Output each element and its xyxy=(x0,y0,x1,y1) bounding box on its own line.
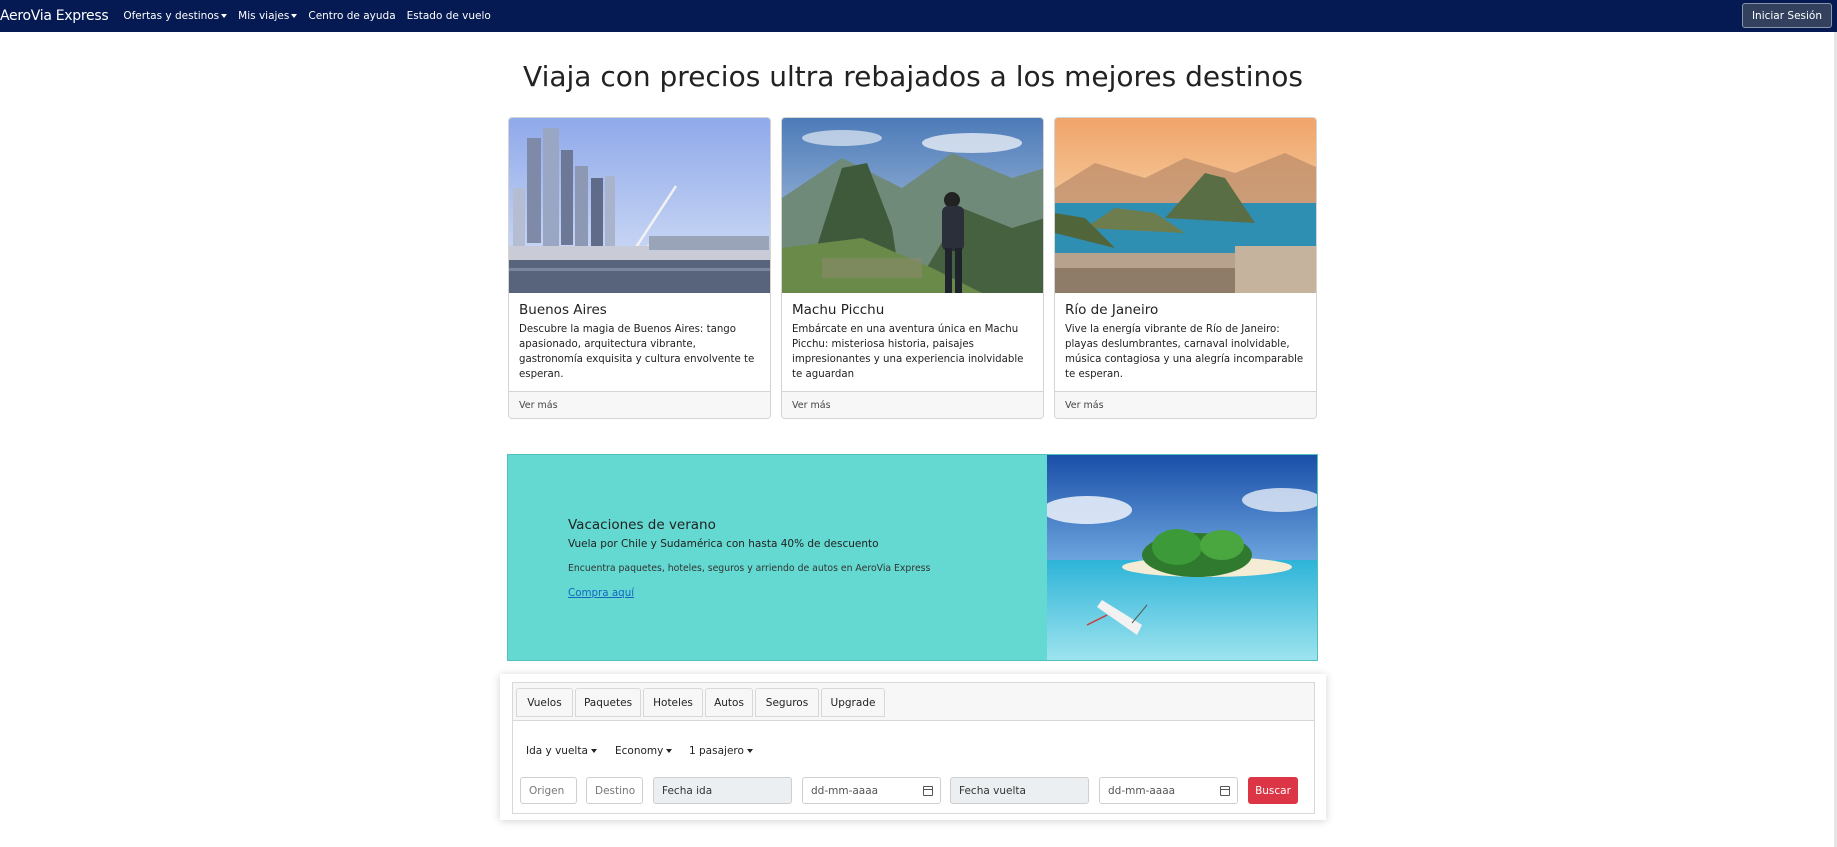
nav-estado-vuelo[interactable]: Estado de vuelo xyxy=(407,10,491,22)
trip-type-label: Ida y vuelta xyxy=(526,745,588,757)
tab-vuelos[interactable]: Vuelos xyxy=(516,688,573,717)
nav-mis-viajes-label: Mis viajes xyxy=(238,10,290,22)
card-text: Descubre la magia de Buenos Aires: tango… xyxy=(519,324,755,380)
card-title: Río de Janeiro xyxy=(1065,302,1159,318)
top-navbar: AeroVia Express Ofertas y destinos Mis v… xyxy=(0,0,1837,32)
origin-input[interactable]: Origen xyxy=(520,777,577,804)
flight-search-widget: Vuelos Paquetes Hoteles Autos Seguros Up… xyxy=(500,674,1326,820)
promo-title: Vacaciones de verano xyxy=(568,517,716,533)
passengers-dropdown[interactable]: 1 pasajero xyxy=(689,745,753,757)
return-date-label: Fecha vuelta xyxy=(950,777,1089,804)
destination-input[interactable]: Destino xyxy=(586,777,643,804)
chevron-down-icon xyxy=(291,14,298,18)
chevron-down-icon xyxy=(590,749,597,753)
return-date-input[interactable]: dd-mm-aaaa xyxy=(1099,777,1238,804)
cabin-class-label: Economy xyxy=(615,745,664,757)
search-tabs: Vuelos Paquetes Hoteles Autos Seguros Up… xyxy=(513,683,1314,721)
see-more-link[interactable]: Ver más xyxy=(782,391,1043,418)
card-body: Machu Picchu Embárcate en una aventura ú… xyxy=(782,293,1043,392)
search-button[interactable]: Buscar xyxy=(1248,777,1298,804)
promo-note: Encuentra paquetes, hoteles, seguros y a… xyxy=(568,563,931,574)
nav-ofertas-destinos[interactable]: Ofertas y destinos xyxy=(123,10,228,22)
card-text: Vive la energía vibrante de Río de Janei… xyxy=(1065,324,1304,380)
nav-mis-viajes[interactable]: Mis viajes xyxy=(238,10,298,22)
return-date-value: dd-mm-aaaa xyxy=(1108,784,1176,797)
tab-autos[interactable]: Autos xyxy=(705,688,753,717)
destination-card-buenos-aires[interactable]: Buenos Aires Descubre la magia de Buenos… xyxy=(508,117,771,419)
tab-seguros[interactable]: Seguros xyxy=(755,688,819,717)
see-more-link[interactable]: Ver más xyxy=(509,391,770,418)
card-text: Embárcate en una aventura única en Machu… xyxy=(792,324,1024,380)
destination-card-rio-de-janeiro[interactable]: Río de Janeiro Vive la energía vibrante … xyxy=(1054,117,1317,419)
tropical-island-image xyxy=(1047,455,1317,660)
calendar-icon[interactable] xyxy=(923,786,933,796)
tab-hoteles[interactable]: Hoteles xyxy=(643,688,703,717)
card-body: Río de Janeiro Vive la energía vibrante … xyxy=(1055,293,1316,392)
page-title: Viaja con precios ultra rebajados a los … xyxy=(523,60,1303,93)
card-body: Buenos Aires Descubre la magia de Buenos… xyxy=(509,293,770,392)
calendar-icon[interactable] xyxy=(1220,786,1230,796)
brand-logo[interactable]: AeroVia Express xyxy=(0,8,109,24)
promo-subtitle: Vuela por Chile y Sudamérica con hasta 4… xyxy=(568,538,879,550)
destination-card-machu-picchu[interactable]: Machu Picchu Embárcate en una aventura ú… xyxy=(781,117,1044,419)
trip-type-dropdown[interactable]: Ida y vuelta xyxy=(526,745,597,757)
departure-date-value: dd-mm-aaaa xyxy=(811,784,879,797)
login-button[interactable]: Iniciar Sesión xyxy=(1741,3,1832,28)
buy-here-link[interactable]: Compra aquí xyxy=(568,587,634,599)
rio-de-janeiro-image xyxy=(1055,118,1316,293)
passengers-label: 1 pasajero xyxy=(689,745,744,757)
card-title: Machu Picchu xyxy=(792,302,885,318)
machu-picchu-image xyxy=(782,118,1043,293)
cabin-class-dropdown[interactable]: Economy xyxy=(615,745,673,757)
chevron-down-icon xyxy=(666,749,673,753)
chevron-down-icon xyxy=(221,14,228,18)
buenos-aires-image xyxy=(509,118,770,293)
card-title: Buenos Aires xyxy=(519,302,607,318)
tab-paquetes[interactable]: Paquetes xyxy=(575,688,641,717)
see-more-link[interactable]: Ver más xyxy=(1055,391,1316,418)
summer-promo-banner: Vacaciones de verano Vuela por Chile y S… xyxy=(507,454,1318,661)
chevron-down-icon xyxy=(746,749,753,753)
search-panel: Vuelos Paquetes Hoteles Autos Seguros Up… xyxy=(512,682,1315,814)
departure-date-input[interactable]: dd-mm-aaaa xyxy=(802,777,941,804)
nav-centro-ayuda[interactable]: Centro de ayuda xyxy=(308,10,395,22)
departure-date-label: Fecha ida xyxy=(653,777,792,804)
nav-ofertas-label: Ofertas y destinos xyxy=(123,10,220,22)
tab-upgrade[interactable]: Upgrade xyxy=(821,688,885,717)
